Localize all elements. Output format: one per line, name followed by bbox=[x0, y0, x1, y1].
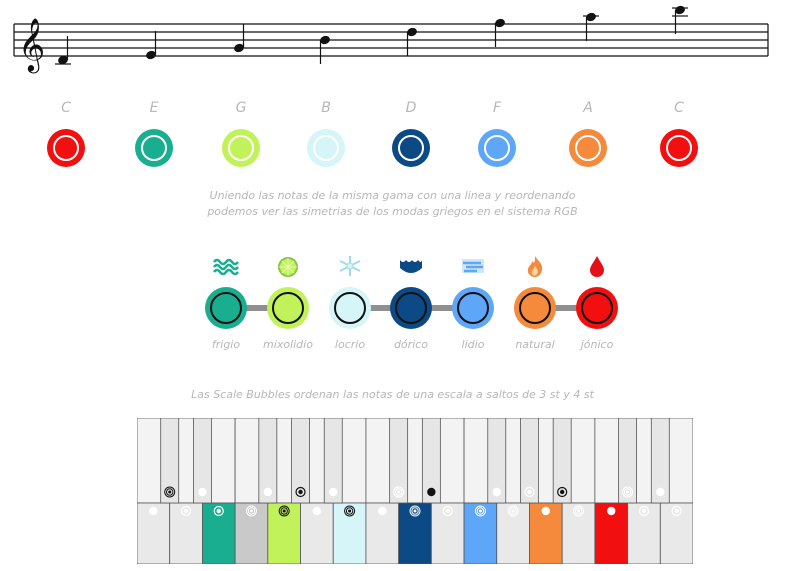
key-marker-dot bbox=[378, 506, 387, 516]
key-marker-spiral bbox=[278, 505, 290, 517]
key-marker-spiral bbox=[164, 486, 176, 498]
mode-bubble bbox=[267, 287, 309, 329]
staff-lines bbox=[13, 23, 769, 57]
note-color-circle bbox=[222, 129, 260, 167]
piano-svg bbox=[136, 417, 694, 565]
staff-note bbox=[146, 31, 157, 60]
note-color-circle bbox=[660, 129, 698, 167]
black-key[interactable] bbox=[323, 417, 343, 504]
black-key[interactable] bbox=[487, 417, 507, 504]
note-label: G bbox=[235, 100, 247, 116]
mode-bubble bbox=[514, 287, 556, 329]
music-staff: 𝄞 bbox=[0, 0, 785, 80]
mode-bubble bbox=[205, 287, 247, 329]
key-marker-spiral bbox=[622, 486, 634, 498]
note-label: C bbox=[61, 100, 71, 116]
staff-note bbox=[583, 12, 599, 41]
note-label: D bbox=[405, 100, 417, 116]
key-marker-dot bbox=[427, 487, 436, 497]
note-color-circle bbox=[392, 129, 430, 167]
mode-bubble bbox=[390, 287, 432, 329]
key-marker-spiral bbox=[507, 505, 519, 517]
note-label: F bbox=[492, 100, 502, 116]
key-marker-spiral bbox=[573, 505, 585, 517]
treble-clef-icon: 𝄞 bbox=[18, 17, 45, 73]
note-label: E bbox=[149, 100, 159, 116]
key-marker-dot bbox=[198, 487, 207, 497]
key-marker-spiral bbox=[409, 505, 421, 517]
black-key[interactable] bbox=[291, 417, 310, 504]
key-marker-dot bbox=[607, 506, 616, 516]
key-marker-dot bbox=[263, 487, 273, 497]
caption-1: Uniendo las notas de la misma gama con u… bbox=[0, 188, 785, 220]
key-marker-dot bbox=[656, 487, 665, 497]
fire-icon bbox=[521, 254, 549, 278]
mode-bubble bbox=[329, 287, 371, 329]
staff-note bbox=[406, 27, 417, 56]
caption-1-line-1: Uniendo las notas de la misma gama con u… bbox=[209, 189, 576, 202]
note-color-circle bbox=[478, 129, 516, 167]
mode-bubble bbox=[576, 287, 618, 329]
black-key[interactable] bbox=[193, 417, 212, 504]
black-key[interactable] bbox=[389, 417, 409, 504]
staff-note bbox=[672, 5, 688, 34]
black-key[interactable] bbox=[618, 417, 637, 504]
key-marker-dot bbox=[312, 506, 322, 516]
black-key[interactable] bbox=[258, 417, 278, 504]
key-marker-dot bbox=[149, 506, 158, 516]
caption-1-line-2: podemos ver las simetrias de los modas g… bbox=[207, 205, 578, 218]
black-key[interactable] bbox=[520, 417, 539, 504]
black-key[interactable] bbox=[650, 417, 670, 504]
note-color-circle bbox=[307, 129, 345, 167]
note-label: B bbox=[321, 100, 331, 116]
key-marker-spiral bbox=[245, 505, 257, 517]
black-key[interactable] bbox=[552, 417, 572, 504]
key-marker-spiral bbox=[474, 505, 486, 517]
key-marker-spiral bbox=[344, 505, 356, 517]
note-color-circle bbox=[135, 129, 173, 167]
key-marker-dot bbox=[541, 506, 551, 516]
key-marker-dot bbox=[492, 487, 501, 497]
key-marker-dot bbox=[329, 487, 338, 497]
mode-bubble bbox=[452, 287, 494, 329]
staff-note bbox=[234, 24, 245, 53]
black-key[interactable] bbox=[421, 417, 441, 504]
note-label: C bbox=[674, 100, 684, 116]
note-color-circle bbox=[47, 129, 85, 167]
staff-note bbox=[319, 35, 330, 64]
water-waves-icon bbox=[212, 254, 240, 278]
mode-label: jónico bbox=[580, 338, 614, 351]
wind-icon bbox=[459, 254, 487, 278]
key-marker-spiral bbox=[393, 486, 405, 498]
blood-drop-icon bbox=[583, 254, 611, 278]
black-key[interactable] bbox=[160, 417, 180, 504]
note-label: A bbox=[583, 100, 593, 116]
caption-2: Las Scale Bubbles ordenan las notas de u… bbox=[191, 388, 594, 401]
lime-icon bbox=[274, 254, 302, 278]
piano-keyboard bbox=[136, 417, 694, 565]
ocean-wave-icon bbox=[397, 254, 425, 278]
note-color-circle bbox=[569, 129, 607, 167]
staff-svg: 𝄞 bbox=[13, 5, 769, 73]
snowflake-icon bbox=[336, 254, 364, 278]
